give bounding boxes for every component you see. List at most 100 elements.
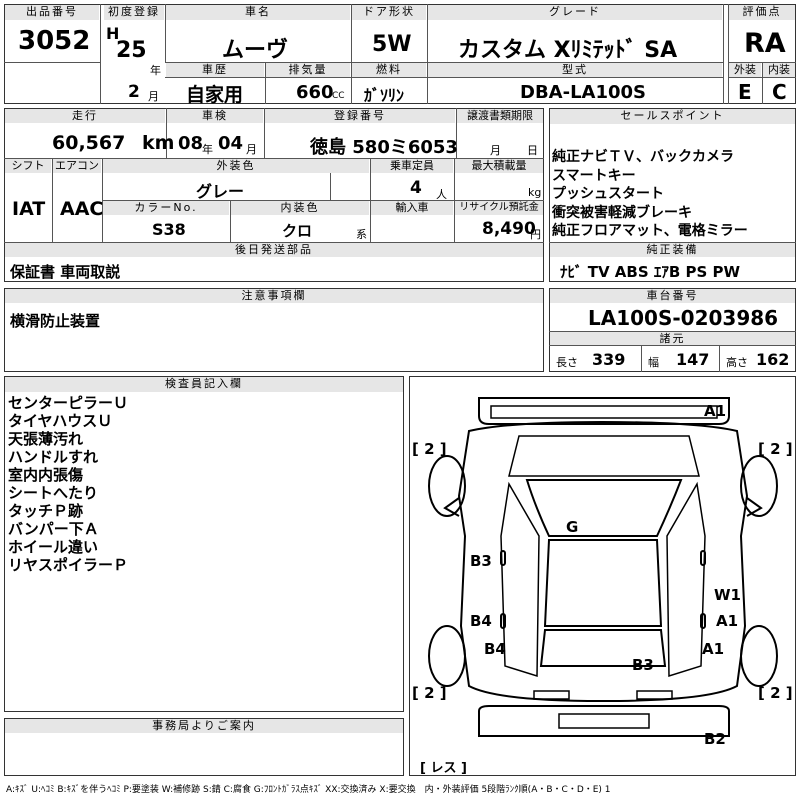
mileage-label: 走行 (5, 109, 165, 123)
shift-label: シフト (5, 159, 51, 173)
inspector-item: 天張薄汚れ (8, 430, 84, 448)
fuel: ｶﾞｿﾘﾝ (364, 86, 405, 105)
mark-b4-left: B4 (470, 612, 492, 630)
capacity: 4 (410, 178, 422, 198)
int-grade: C (772, 80, 787, 104)
interior-color: クロ (282, 222, 313, 240)
mark-g: G (566, 518, 579, 536)
office-label: 事務局よりご案内 (5, 719, 403, 733)
colorno-label: カラーNo. (103, 201, 229, 215)
spec-label: 諸元 (550, 332, 795, 345)
mark-w1: W1 (714, 586, 741, 604)
sales-item: スマートキー (552, 167, 636, 184)
exterior-color: グレー (196, 182, 245, 201)
door-label: ドア形状 (352, 5, 426, 20)
model-code: DBA-LA100S (520, 82, 646, 103)
insp-year: 08 (178, 133, 204, 154)
sales-points: 純正ナビＴＶ、バックカメラ スマートキー プッシュスタート 衝突被害軽減ブレーキ… (552, 148, 748, 241)
sales-item: 純正フロアマット、電格ミラー (552, 223, 748, 239)
tire-rear-right: [ 2 ] (758, 684, 793, 702)
ext-label: 外装 (729, 63, 761, 77)
plate-label: 登録番号 (265, 109, 455, 123)
lot-label: 出品番号 (5, 5, 99, 20)
sales-label: セールスポイント (550, 109, 795, 124)
height-label: 高さ (726, 356, 748, 369)
mark-b3-rear: B3 (632, 656, 654, 674)
mark-a1-rear-right: A1 (702, 640, 725, 658)
inspection-label: 車検 (167, 109, 263, 123)
shift: IAT (12, 198, 46, 220)
legend: A:ｷｽﾞ U:ﾍｺﾐ B:ｷｽﾞを伴うﾍｺﾐ P:要塗装 W:補修跡 S:錆 … (6, 785, 611, 795)
history-label: 車歴 (166, 63, 264, 77)
mileage: 60,567 (52, 132, 126, 154)
score-label: 評価点 (729, 5, 795, 20)
inspector-item: リヤスポイラーＰ (8, 556, 129, 574)
equipment: ﾅﾋﾞ TV ABS ｴｱB PS PW (560, 263, 741, 281)
length: 339 (592, 350, 626, 369)
recycle-label: リサイクル預託金 (455, 201, 543, 215)
disp-unit: CC (332, 91, 345, 101)
displacement: 660 (296, 82, 334, 103)
insp-month-unit: 月 (246, 143, 257, 156)
equip-label: 純正装備 (550, 243, 795, 257)
sales-item: 衝突被害軽減ブレーキ (552, 204, 692, 221)
insp-year-unit: 年 (202, 143, 213, 156)
notes-text: 横滑防止装置 (10, 312, 101, 330)
inspector-label: 検査員記入欄 (5, 377, 403, 392)
load-label: 最大積載量 (455, 159, 543, 173)
disp-label: 排気量 (266, 63, 350, 77)
int-label: 内装 (763, 63, 795, 77)
capacity-label: 乗車定員 (371, 159, 453, 173)
width: 147 (676, 350, 710, 369)
recycle-unit: 円 (530, 228, 541, 241)
mark-b2: B2 (704, 730, 726, 748)
load-unit: kg (528, 186, 542, 199)
inspector-item: ハンドルすれ (8, 448, 99, 466)
inspector-item: タイヤハウスＵ (8, 412, 113, 430)
ac-label: エアコン (53, 159, 101, 173)
inspector-item: バンパー下Ａ (8, 520, 99, 538)
reg-month-unit: 月 (148, 90, 159, 103)
length-label: 長さ (556, 356, 578, 369)
transfer-day-unit: 日 (527, 144, 538, 157)
car-name: ムーヴ (222, 38, 289, 63)
grade: カスタム Xﾘﾐﾃｯﾄﾞ SA (458, 38, 678, 63)
tire-front-right: [ 2 ] (758, 440, 793, 458)
later-label: 後日発送部品 (5, 243, 543, 257)
sales-item: 純正ナビＴＶ、バックカメラ (552, 149, 734, 165)
inspector-item: シートへたり (8, 484, 99, 502)
mark-b3-left: B3 (470, 552, 492, 570)
name-label: 車名 (166, 5, 350, 20)
score: RA (744, 28, 786, 59)
lot-number: 3052 (18, 26, 91, 56)
inspector-item: ホイール違い (8, 538, 99, 556)
fuel-label: 燃料 (352, 63, 426, 77)
sales-item: プッシュスタート (552, 186, 664, 202)
plate: 徳島 580ミ6053 (310, 137, 458, 158)
reg-month: 2 (128, 82, 140, 102)
model-label: 型式 (428, 63, 722, 77)
width-label: 幅 (648, 356, 659, 369)
chassis-number: LA100S-0203986 (588, 306, 779, 330)
mileage-unit: km (142, 132, 175, 154)
inspector-item: タッチＰ跡 (8, 502, 84, 520)
aircon: AAC (60, 198, 104, 220)
mark-a1-right: A1 (716, 612, 739, 630)
import-label: 輸入車 (371, 201, 453, 215)
tire-rear-left: [ 2 ] (412, 684, 447, 702)
mark-a1-front: A1 (704, 402, 727, 420)
grade-label: グレード (428, 5, 722, 20)
reg-label: 初度登録 (104, 5, 164, 20)
height: 162 (756, 350, 790, 369)
color-number: S38 (152, 220, 186, 239)
color-label: 外装色 (103, 159, 369, 173)
inspector-item: センターピラーＵ (8, 394, 129, 412)
notes-label: 注意事項欄 (5, 289, 543, 303)
intcolor-unit: 系 (356, 228, 367, 241)
reg-year-unit: 年 (150, 64, 161, 77)
car-diagram (428, 397, 778, 737)
ext-grade: E (738, 80, 752, 104)
inspector-item: 室内内張傷 (8, 466, 84, 484)
transfer-label: 譲渡書類期限 (457, 109, 543, 123)
inspector-notes: センターピラーＵ タイヤハウスＵ 天張薄汚れ ハンドルすれ 室内内張傷 シートへ… (8, 394, 128, 574)
